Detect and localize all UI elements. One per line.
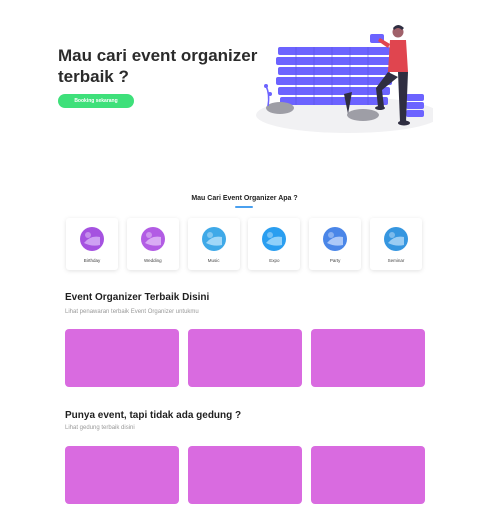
- eo-card-list: [65, 329, 425, 387]
- venue-card-list: [65, 446, 425, 504]
- venue-section-subtitle: Lihat gedung terbaik disini: [65, 425, 135, 431]
- venue-card[interactable]: [311, 446, 425, 504]
- venue-section-title: Punya event, tapi tidak ada gedung ?: [65, 410, 242, 421]
- birthday-icon: [80, 227, 104, 251]
- eo-card[interactable]: [188, 329, 302, 387]
- category-label: Birthday: [83, 258, 101, 263]
- venue-card[interactable]: [188, 446, 302, 504]
- venue-card[interactable]: [65, 446, 179, 504]
- party-icon: [323, 227, 348, 251]
- expo-icon: [262, 227, 287, 251]
- eo-section-title: Event Organizer Terbaik Disini: [65, 292, 210, 303]
- categories-heading: Mau Cari Event Organizer Apa ?: [191, 195, 298, 202]
- music-icon: [201, 227, 226, 251]
- category-list: Birthday Wedding Music Expo Party Semina…: [66, 218, 422, 270]
- category-label: Expo: [269, 258, 280, 263]
- eo-card[interactable]: [311, 329, 425, 387]
- category-card-music[interactable]: Music: [187, 218, 240, 270]
- booking-button[interactable]: Booking sekarang: [58, 94, 134, 108]
- category-label: Party: [329, 258, 341, 263]
- hero-title: Mau cari event organizer terbaik ?: [58, 46, 258, 86]
- eo-card[interactable]: [65, 329, 179, 387]
- category-card-seminar[interactable]: Seminar: [369, 218, 422, 270]
- category-label: Music: [207, 258, 220, 263]
- category-card-expo[interactable]: Expo: [248, 218, 301, 270]
- hero-illustration: [256, 25, 433, 133]
- category-card-wedding[interactable]: Wedding: [126, 218, 179, 270]
- wedding-icon: [140, 227, 165, 251]
- category-card-party[interactable]: Party: [309, 218, 362, 270]
- category-label: Seminar: [387, 258, 405, 263]
- heading-underline: [235, 206, 253, 208]
- eo-section-subtitle: Lihat penawaran terbaik Event Organizer …: [65, 309, 199, 315]
- category-label: Wedding: [143, 258, 162, 263]
- seminar-icon: [383, 227, 408, 251]
- category-card-birthday[interactable]: Birthday: [66, 218, 118, 270]
